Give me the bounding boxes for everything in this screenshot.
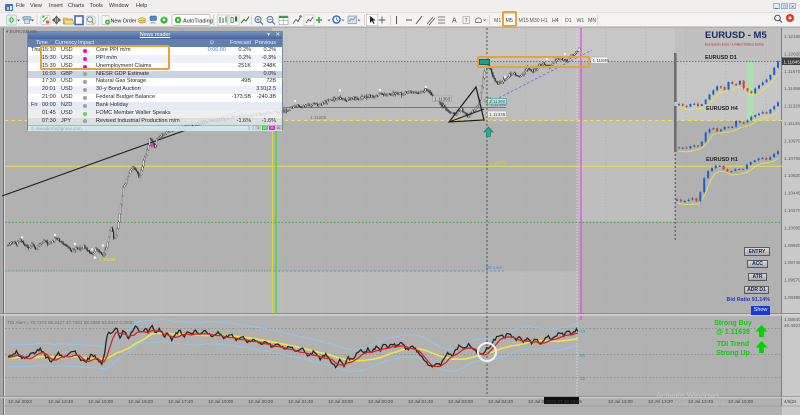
svg-text:1.12195: 1.12195 <box>784 34 800 39</box>
svg-text:73: 73 <box>580 329 586 334</box>
svg-text:D1: D1 <box>565 18 572 24</box>
svg-text:1.08840: 1.08840 <box>784 317 800 322</box>
svg-text:1.11390: 1.11390 <box>489 99 506 104</box>
svg-text:A: A <box>452 18 457 25</box>
svg-text:European Euro / United States: European Euro / United States Dollar <box>705 43 765 47</box>
svg-text:1.10970: 1.10970 <box>784 138 800 143</box>
svg-text:13 Jul 01:40: 13 Jul 01:40 <box>408 399 433 404</box>
svg-text:1.11670: 1.11670 <box>784 69 800 74</box>
svg-text:EURUSD H1: EURUSD H1 <box>706 157 738 163</box>
svg-text:12 Jul 19:00: 12 Jul 19:00 <box>208 399 233 404</box>
svg-text:1.11145: 1.11145 <box>784 121 800 126</box>
svg-text:1.10134: 1.10134 <box>99 257 116 262</box>
svg-text:1.10095: 1.10095 <box>784 225 800 230</box>
svg-text:1.12020: 1.12020 <box>784 51 800 56</box>
svg-text:1.11320: 1.11320 <box>784 104 800 109</box>
svg-text:12 Jul 2023: 12 Jul 2023 <box>8 399 32 404</box>
svg-text:TDI Alert = 70.7374 59.2427 47: TDI Alert = 70.7374 59.2427 47.7461 58.2… <box>7 320 134 325</box>
svg-text:M1: M1 <box>494 18 501 24</box>
svg-text:1.09745: 1.09745 <box>784 260 800 265</box>
svg-text:46.4923: 46.4923 <box>784 323 800 328</box>
svg-text:1.11363: 1.11363 <box>434 97 451 102</box>
svg-text:1.09920: 1.09920 <box>784 243 800 248</box>
svg-text:32: 32 <box>580 376 586 381</box>
svg-text:1.10445: 1.10445 <box>784 191 800 196</box>
svg-text:12 Jul 15:00: 12 Jul 15:00 <box>88 399 113 404</box>
svg-text:W1: W1 <box>577 18 585 24</box>
svg-text:12 Jul 16:20: 12 Jul 16:20 <box>128 399 153 404</box>
svg-text:1.11005: 1.11005 <box>310 115 327 120</box>
svg-text:50: 50 <box>580 353 586 358</box>
svg-text:1.10270: 1.10270 <box>784 208 800 213</box>
svg-text:Go to PC settings to activate: Go to PC settings to activate Windows. <box>656 402 742 408</box>
svg-text:1.09395: 1.09395 <box>784 295 800 300</box>
svg-text:13 Jul 03:00: 13 Jul 03:00 <box>448 399 473 404</box>
svg-text:M30: M30 <box>530 18 540 24</box>
svg-text:EURUSD - M5: EURUSD - M5 <box>705 30 767 41</box>
svg-text:1.10775: 1.10775 <box>490 161 507 166</box>
svg-text:M15: M15 <box>519 18 529 24</box>
svg-text:12 Jul 21:40: 12 Jul 21:40 <box>288 399 313 404</box>
svg-text:2023.07.13 10:45: 2023.07.13 10:45 <box>546 399 582 404</box>
svg-text:H4: H4 <box>552 18 559 24</box>
svg-text:New Order: New Order <box>111 18 137 24</box>
svg-text:EURUSD H4: EURUSD H4 <box>706 106 739 112</box>
svg-text:AutoTrading: AutoTrading <box>183 18 213 24</box>
svg-text:12 Jul 20:20: 12 Jul 20:20 <box>248 399 273 404</box>
svg-text:1.11845: 1.11845 <box>593 58 610 63</box>
svg-text:MN: MN <box>588 18 596 24</box>
svg-text:1.11495: 1.11495 <box>784 86 800 91</box>
svg-text:13 Jul 04:20: 13 Jul 04:20 <box>488 399 513 404</box>
svg-text:12 Jul 17:40: 12 Jul 17:40 <box>168 399 193 404</box>
svg-text:1.11845: 1.11845 <box>784 60 800 65</box>
svg-text:1.10795: 1.10795 <box>784 156 800 161</box>
svg-text:BE Line: BE Line <box>486 265 503 270</box>
svg-text:1.11335: 1.11335 <box>489 112 506 117</box>
svg-text:13 Jul 00:20: 13 Jul 00:20 <box>368 399 393 404</box>
svg-text:4/9|2s: 4/9|2s <box>784 399 797 404</box>
svg-text:EURUSD D1: EURUSD D1 <box>705 55 737 61</box>
svg-text:13 Jul 11:00: 13 Jul 11:00 <box>608 399 633 404</box>
svg-text:1.09570: 1.09570 <box>784 278 800 283</box>
svg-text:1.10620: 1.10620 <box>784 173 800 178</box>
svg-text:12 Jul 13:40: 12 Jul 13:40 <box>48 399 73 404</box>
svg-text:Activate Windows: Activate Windows <box>656 391 719 400</box>
svg-text:H1: H1 <box>541 18 548 24</box>
svg-text:T: T <box>465 18 469 24</box>
svg-text:12 Jul 23:00: 12 Jul 23:00 <box>328 399 353 404</box>
